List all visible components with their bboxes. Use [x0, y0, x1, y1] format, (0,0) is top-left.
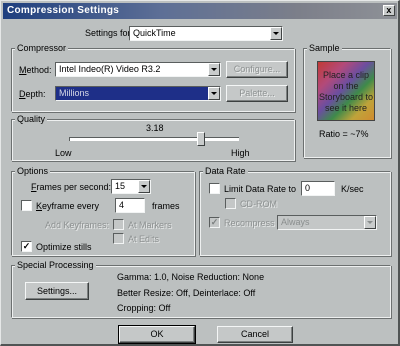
method-dropdown[interactable]: Intel Indeo(R) Video R3.2: [55, 62, 221, 77]
quality-slider-thumb[interactable]: [196, 132, 205, 146]
fps-dropdown[interactable]: 15: [111, 179, 151, 194]
special-settings-button[interactable]: Settings...: [25, 282, 89, 300]
data-rate-unit: K/sec: [341, 184, 364, 194]
chevron-down-icon[interactable]: [364, 216, 376, 229]
quality-high-label: High: [231, 148, 250, 158]
keyframe-value: 4: [119, 200, 125, 210]
ratio-text: Ratio = ~7%: [319, 129, 369, 139]
method-label: Method:: [19, 65, 52, 75]
close-icon[interactable]: x: [383, 5, 395, 16]
quality-value: 3.18: [146, 123, 164, 133]
fps-label: Frames per second:: [31, 182, 112, 192]
cdrom-label: CD-ROM: [240, 199, 277, 209]
quality-low-label: Low: [55, 148, 72, 158]
ok-button[interactable]: OK: [118, 325, 196, 344]
add-keyframes-label: Add Keyframes:: [45, 220, 110, 230]
at-markers-checkbox[interactable]: [113, 219, 124, 230]
at-edits-label: At Edits: [128, 234, 160, 244]
keyframe-label: Keyframe every: [36, 201, 100, 211]
limit-data-rate-label: Limit Data Rate to: [224, 184, 297, 194]
recompress-label: Recompress: [224, 218, 275, 228]
settings-for-label: Settings for:: [85, 28, 134, 38]
settings-for-dropdown[interactable]: QuickTime: [129, 26, 283, 41]
chevron-down-icon[interactable]: [270, 27, 282, 40]
keyframe-checkbox[interactable]: [21, 200, 32, 211]
keyframe-label-rest: eyframe every: [42, 201, 100, 211]
title-bar[interactable]: Compression Settings x: [3, 3, 397, 19]
chevron-down-icon[interactable]: [208, 87, 220, 100]
sample-preview: Place a clip on the Storyboard to see it…: [317, 61, 375, 121]
palette-button[interactable]: Palette...: [226, 85, 288, 102]
special-line-resize: Better Resize: Off, Deinterlace: Off: [117, 288, 256, 298]
optimize-stills-checkbox[interactable]: ✓: [21, 241, 32, 252]
depth-label-rest: epth:: [25, 89, 46, 99]
data-rate-input[interactable]: 0: [301, 181, 335, 196]
settings-for-value: QuickTime: [133, 28, 176, 38]
chevron-down-icon[interactable]: [208, 63, 220, 76]
sample-group-title: Sample: [307, 43, 342, 53]
cdrom-checkbox[interactable]: [225, 198, 236, 209]
compressor-group: [11, 48, 295, 112]
special-processing-title: Special Processing: [15, 260, 96, 270]
limit-data-rate-checkbox[interactable]: [209, 183, 220, 194]
chevron-down-icon[interactable]: [138, 180, 150, 193]
window-title: Compression Settings: [7, 5, 120, 16]
depth-dropdown[interactable]: Millions: [55, 86, 221, 101]
compression-settings-dialog: Compression Settings x Settings for: Qui…: [0, 0, 400, 346]
recompress-dropdown[interactable]: Always: [277, 215, 377, 230]
fps-label-rest: rames per second:: [36, 182, 112, 192]
method-value: Intel Indeo(R) Video R3.2: [59, 64, 161, 74]
fps-value: 15: [115, 181, 126, 191]
options-group-title: Options: [15, 166, 51, 176]
quality-group-title: Quality: [15, 114, 48, 124]
compressor-group-title: Compressor: [15, 43, 69, 53]
depth-label: Depth:: [19, 89, 46, 99]
configure-button[interactable]: Configure...: [226, 61, 288, 78]
data-rate-group-title: Data Rate: [203, 166, 248, 176]
special-line-cropping: Cropping: Off: [117, 303, 171, 313]
recompress-checkbox[interactable]: ✓: [209, 217, 220, 228]
cancel-button[interactable]: Cancel: [217, 326, 293, 343]
keyframe-unit: frames: [152, 201, 180, 211]
quality-slider-track[interactable]: [69, 137, 239, 141]
at-markers-label: At Markers: [128, 220, 172, 230]
special-line-gamma: Gamma: 1.0, Noise Reduction: None: [117, 272, 265, 282]
data-rate-value: 0: [305, 183, 311, 193]
at-edits-checkbox[interactable]: [113, 233, 124, 244]
recompress-value: Always: [281, 217, 310, 227]
optimize-stills-label: Optimize stills: [36, 242, 92, 252]
method-label-rest: ethod:: [26, 65, 52, 75]
depth-value: Millions: [59, 88, 90, 98]
keyframe-interval-input[interactable]: 4: [115, 198, 145, 213]
